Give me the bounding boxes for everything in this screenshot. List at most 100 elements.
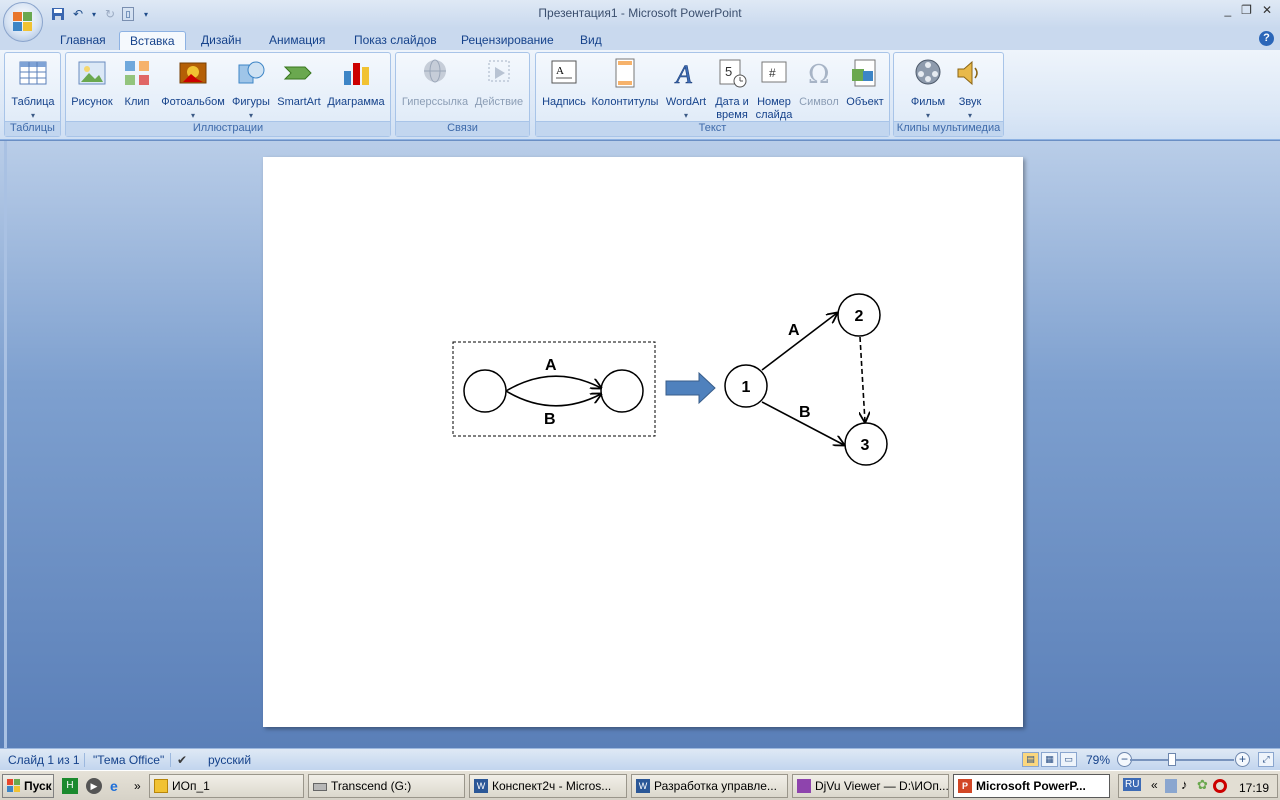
help-icon[interactable]: ?: [1259, 31, 1274, 46]
clip-label: Клип: [124, 96, 150, 108]
close-button[interactable]: ✕: [1262, 3, 1272, 17]
svg-text:5: 5: [725, 64, 732, 79]
headerfooter-button[interactable]: Колонтитулы: [590, 57, 660, 109]
symbol-button[interactable]: Ω Символ: [796, 57, 842, 109]
left-node-start[interactable]: [463, 369, 507, 413]
chart-button[interactable]: Диаграмма: [324, 57, 388, 109]
smartart-button[interactable]: SmartArt: [274, 57, 324, 109]
sound-button[interactable]: Звук ▾: [952, 57, 988, 122]
restore-button[interactable]: ❐: [1241, 3, 1252, 17]
node-1-label: 1: [742, 379, 751, 396]
left-node-end[interactable]: [600, 369, 644, 413]
word-icon: W: [636, 779, 650, 793]
zoom-in-icon[interactable]: +: [1235, 752, 1250, 767]
taskbar-item-label: ИОп_1: [172, 779, 210, 793]
tab-slideshow[interactable]: Показ слайдов: [344, 31, 447, 50]
picture-button[interactable]: Рисунок: [69, 57, 115, 109]
taskbar-item-powerpoint[interactable]: P Microsoft PowerP...: [953, 774, 1110, 798]
powerpoint-icon: P: [958, 779, 972, 793]
zoom-slider-track[interactable]: [1130, 759, 1234, 761]
group-label-illustrations: Иллюстрации: [66, 121, 390, 136]
djvu-icon: [797, 779, 811, 793]
svg-text:Ω: Ω: [808, 60, 830, 89]
taskbar-item-label: Разработка управле...: [654, 779, 777, 793]
edge-b-label: B: [799, 404, 811, 421]
shapes-label: Фигуры: [232, 96, 270, 108]
datetime-label-1: Дата и: [715, 96, 749, 108]
quicklaunch-app-icon[interactable]: H: [62, 778, 78, 794]
movie-button[interactable]: Фильм ▾: [906, 57, 950, 122]
tab-view[interactable]: Вид: [570, 31, 612, 50]
media-player-icon[interactable]: ▶: [86, 778, 102, 794]
system-tray: RU « ♪ ✿ 17:19: [1118, 774, 1278, 798]
action-button[interactable]: Действие: [472, 57, 526, 109]
window-title: Презентация1 - Microsoft PowerPoint: [538, 6, 742, 20]
result-graph[interactable]: 1 2 3 A B: [724, 293, 888, 466]
hyperlink-button[interactable]: Гиперссылка: [400, 57, 470, 109]
slidenumber-button[interactable]: # Номер слайда: [754, 57, 794, 122]
datetime-button[interactable]: 5 Дата и время: [712, 57, 752, 122]
tab-insert[interactable]: Вставка: [119, 31, 186, 50]
smartart-icon: [283, 66, 312, 80]
taskbar-item-word-2[interactable]: W Разработка управле...: [631, 774, 788, 798]
tab-animation[interactable]: Анимация: [259, 31, 335, 50]
slideshow-view-icon[interactable]: ▭: [1060, 752, 1077, 767]
parallel-arcs-group[interactable]: A B: [452, 341, 656, 437]
antivirus-icon[interactable]: [1213, 779, 1227, 793]
node-3-label: 3: [861, 437, 870, 454]
taskbar-item-folder[interactable]: ИОп_1: [149, 774, 304, 798]
zoom-slider-thumb[interactable]: [1168, 753, 1176, 766]
object-icon: [852, 59, 876, 87]
theme-name[interactable]: "Тема Office": [84, 753, 164, 767]
object-button[interactable]: Объект: [842, 57, 888, 109]
left-edge-b[interactable]: [505, 390, 601, 407]
quicklaunch-more-icon[interactable]: »: [134, 778, 150, 794]
internet-explorer-icon[interactable]: e: [110, 778, 126, 794]
fit-to-window-icon[interactable]: ⤢: [1258, 752, 1274, 767]
office-button[interactable]: [3, 2, 43, 42]
start-button[interactable]: Пуск: [2, 774, 54, 798]
tab-home[interactable]: Главная: [50, 31, 116, 50]
zoom-level[interactable]: 79%: [1086, 753, 1110, 767]
textbox-label: Надпись: [542, 96, 586, 108]
left-edge-a[interactable]: [505, 375, 601, 392]
slide-canvas[interactable]: A B 1 2 3 A B: [263, 157, 1023, 727]
taskbar-item-djvu[interactable]: DjVu Viewer — D:\ИОп...: [792, 774, 949, 798]
wordart-button[interactable]: A WordArt ▾: [662, 57, 710, 122]
pane-splitter[interactable]: [4, 141, 7, 748]
clip-button[interactable]: Клип: [120, 57, 154, 109]
tab-review[interactable]: Рецензирование: [451, 31, 564, 50]
ribbon-tabs: Главная Вставка Дизайн Анимация Показ сл…: [0, 28, 1280, 50]
block-arrow-icon[interactable]: [665, 371, 716, 405]
volume-icon[interactable]: ♪: [1181, 777, 1188, 792]
windows-logo-icon: [7, 779, 20, 792]
slide-diagram: A B 1 2 3 A B: [452, 293, 888, 466]
textbox-button[interactable]: A Надпись: [540, 57, 588, 109]
folder-icon: [154, 779, 168, 793]
chart-label: Диаграмма: [327, 96, 385, 108]
action-label: Действие: [474, 96, 524, 108]
group-label-media: Клипы мультимедиа: [894, 121, 1003, 136]
spellcheck-icon[interactable]: ✔: [170, 753, 187, 767]
clock: 17:19: [1238, 781, 1269, 795]
tray-expand-icon[interactable]: «: [1151, 778, 1158, 792]
normal-view-icon[interactable]: ▤: [1022, 752, 1039, 767]
photoalbum-label: Фотоальбом: [161, 96, 225, 108]
taskbar-item-drive[interactable]: Transcend (G:): [308, 774, 465, 798]
edge-2-3-dashed[interactable]: [860, 336, 865, 422]
shapes-button[interactable]: Фигуры ▾: [230, 57, 272, 122]
hyperlink-label: Гиперссылка: [401, 96, 469, 108]
minimize-button[interactable]: _: [1224, 3, 1231, 17]
slide-sorter-icon[interactable]: ▦: [1041, 752, 1058, 767]
table-button[interactable]: Таблица ▾: [9, 57, 57, 122]
network-icon[interactable]: [1165, 779, 1177, 793]
taskbar-item-word[interactable]: W Конспект2ч - Micros...: [469, 774, 627, 798]
photoalbum-button[interactable]: Фотоальбом ▾: [158, 57, 228, 122]
language-indicator[interactable]: RU: [1123, 778, 1142, 791]
wordart-icon: A: [674, 60, 693, 90]
language-label[interactable]: русский: [208, 753, 251, 767]
svg-text:A: A: [556, 65, 564, 77]
tray-app-icon[interactable]: ✿: [1197, 777, 1208, 793]
smartart-label: SmartArt: [277, 96, 321, 108]
tab-design[interactable]: Дизайн: [191, 31, 251, 50]
